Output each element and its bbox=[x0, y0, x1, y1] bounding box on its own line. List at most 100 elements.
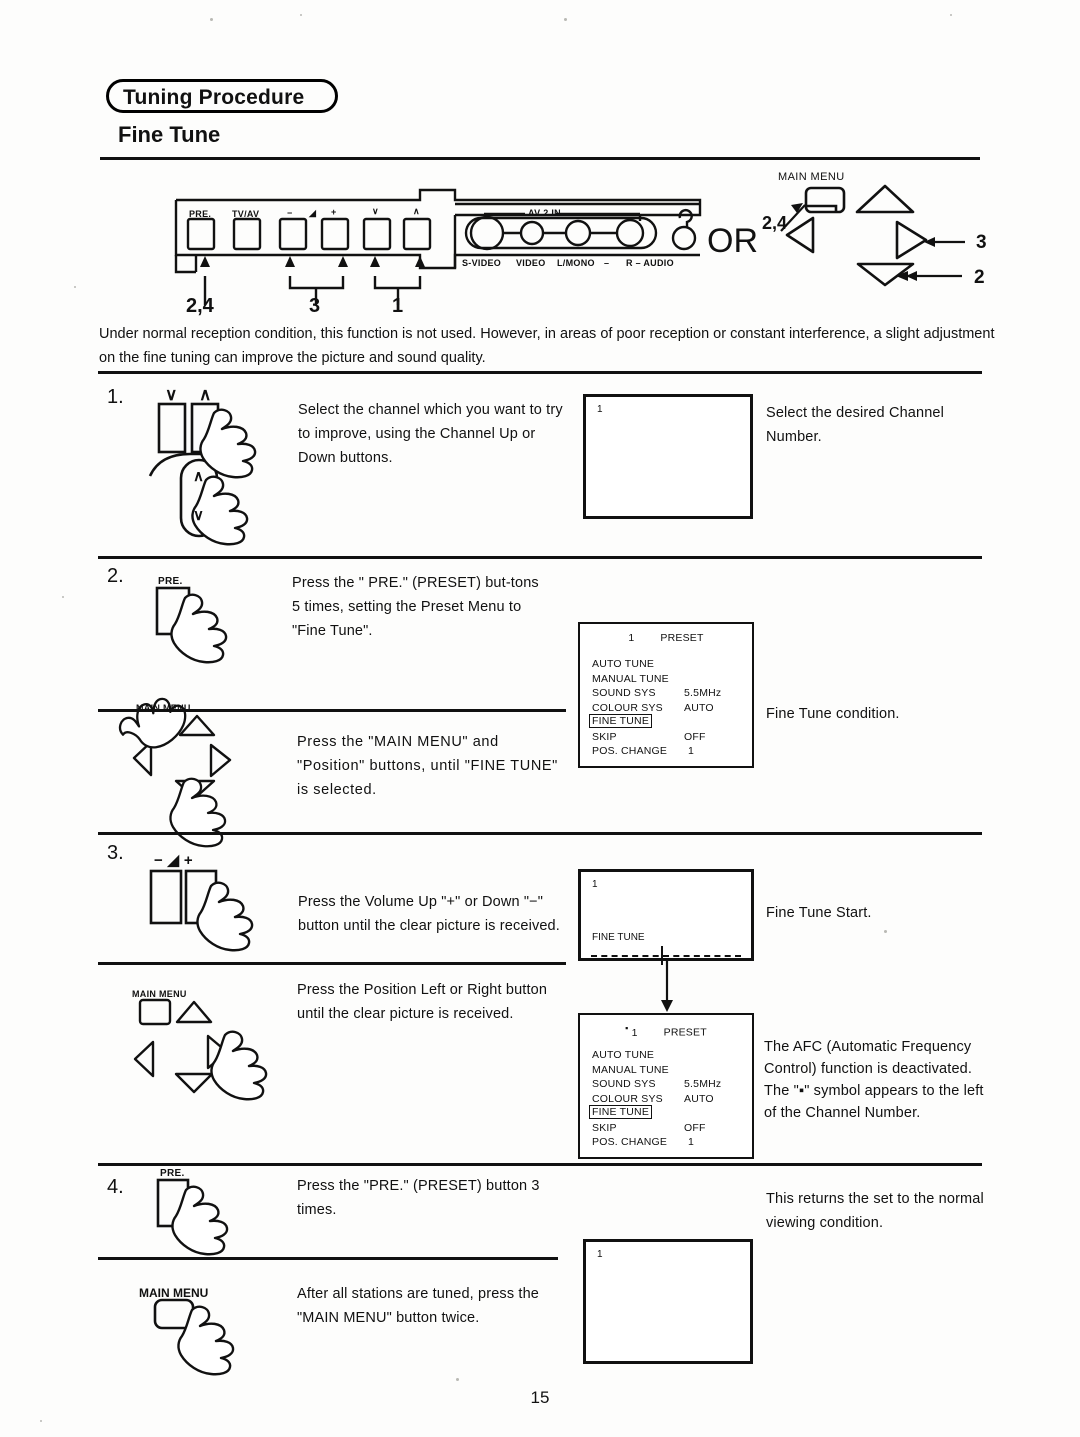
osd2-item-list: AUTO TUNE MANUAL TUNE SOUND SYS 5.5MHz CO… bbox=[589, 1048, 744, 1150]
finetune-bar-marker bbox=[661, 946, 663, 965]
callout-pre-24: 2,4 bbox=[186, 295, 214, 317]
osd2-channel-number: 1 bbox=[631, 1026, 638, 1039]
osd-heading-row: 1 PRESET bbox=[580, 632, 752, 644]
osd-item-label: SOUND SYS bbox=[592, 1078, 656, 1090]
step1-ch-up-icon: ∧ bbox=[199, 385, 212, 404]
osd2-item-colour-sys: COLOUR SYS AUTO bbox=[592, 1092, 744, 1107]
or-label: OR bbox=[707, 222, 758, 260]
volume-icon: ◢ bbox=[309, 208, 317, 218]
osd2-item-pos-change: POS. CHANGE 1 bbox=[592, 1135, 744, 1150]
scan-speck bbox=[564, 18, 567, 21]
step1-instruction: Select the channel which you want to try… bbox=[298, 402, 563, 466]
osd2-item-sound-sys: SOUND SYS 5.5MHz bbox=[592, 1077, 744, 1092]
rule-above-step1 bbox=[98, 371, 982, 374]
step4-screen: 1 bbox=[583, 1239, 753, 1364]
step3-result: Fine Tune Start. bbox=[766, 905, 872, 921]
step-number-4: 4. bbox=[107, 1176, 124, 1198]
step1-screen: 1 bbox=[583, 394, 753, 519]
osd-item-manual-tune: MANUAL TUNE bbox=[592, 672, 744, 687]
osd-item-value: 5.5MHz bbox=[684, 1078, 722, 1090]
osd-item-value: OFF bbox=[684, 1121, 706, 1134]
step-number-1: 1. bbox=[107, 386, 124, 408]
step-number-2: 2. bbox=[107, 565, 124, 587]
step2-sub-button-label: MAIN MENU bbox=[136, 703, 191, 713]
step2-result: Fine Tune condition. bbox=[766, 706, 900, 722]
step2-button-label: PRE. bbox=[158, 576, 183, 587]
jack-label-dash: – bbox=[604, 258, 610, 268]
osd-item-label-selected: FINE TUNE bbox=[589, 714, 653, 728]
section-title: Tuning Procedure bbox=[123, 86, 305, 109]
osd-item-value: OFF bbox=[684, 730, 706, 743]
osd-item-label: POS. CHANGE bbox=[592, 1136, 668, 1148]
callout-volume-3: 3 bbox=[309, 295, 321, 317]
step3-finetune-screen: 1 FINE TUNE bbox=[578, 869, 754, 965]
page-title: Fine Tune bbox=[118, 122, 221, 147]
jack-label-svideo: S-VIDEO bbox=[462, 258, 502, 268]
osd2-heading-row: ▪ 1 PRESET bbox=[580, 1023, 752, 1039]
mainmenu-label: MAIN MENU bbox=[778, 171, 845, 183]
osd-item-sound-sys: SOUND SYS 5.5MHz bbox=[592, 686, 744, 701]
scan-speck bbox=[950, 14, 952, 16]
step3-sub-instruction: Press the Position Left or Right button … bbox=[297, 982, 548, 1022]
step2-osd-screen: 1 PRESET AUTO TUNE MANUAL TUNE SOUND SYS 5… bbox=[578, 622, 754, 768]
scan-speck bbox=[300, 14, 302, 16]
finetune-bar bbox=[591, 955, 741, 957]
scan-speck bbox=[62, 596, 64, 598]
scan-speck bbox=[456, 1378, 459, 1381]
jack-label-raudio: R – AUDIO bbox=[626, 258, 674, 268]
av2in-title: AV 2 IN bbox=[528, 208, 561, 218]
osd-item-skip: SKIP OFF bbox=[592, 730, 744, 745]
panel-button-label-vol-down: − bbox=[287, 208, 293, 218]
osd-item-label: MANUAL TUNE bbox=[592, 672, 669, 685]
osd-item-label: AUTO TUNE bbox=[592, 1049, 655, 1061]
step1-result: Select the desired Channel Number. bbox=[766, 405, 945, 445]
section-title-pill: Tuning Procedure bbox=[106, 79, 338, 113]
osd-item-value: 1 bbox=[688, 1136, 695, 1148]
osd-item-label-selected: FINE TUNE bbox=[589, 1105, 653, 1119]
osd-item-label: COLOUR SYS bbox=[592, 701, 663, 714]
osd-item-label: MANUAL TUNE bbox=[592, 1063, 669, 1076]
scan-speck bbox=[884, 930, 887, 933]
step4-result: This returns the set to the normal viewi… bbox=[766, 1191, 984, 1231]
osd-item-value: AUTO bbox=[684, 1092, 714, 1105]
osd-item-pos-change: POS. CHANGE 1 bbox=[592, 744, 744, 759]
osd-item-value: AUTO bbox=[684, 701, 714, 714]
callout-channel-1: 1 bbox=[392, 295, 404, 317]
jack-label-video: VIDEO bbox=[516, 258, 546, 268]
svg-text:3: 3 bbox=[976, 232, 987, 253]
step4-screen-channel: 1 bbox=[597, 1249, 603, 1260]
rule-above-step2 bbox=[98, 556, 982, 559]
scan-speck bbox=[210, 18, 213, 21]
step1-pad-up-icon: ∧ bbox=[193, 468, 204, 485]
step2-sub-instruction: Press the "MAIN MENU" and "Position" but… bbox=[297, 734, 558, 798]
osd2-marker: ▪ bbox=[625, 1023, 629, 1033]
osd-item-value: 5.5MHz bbox=[684, 687, 722, 699]
osd-item-label: AUTO TUNE bbox=[592, 658, 655, 670]
osd-item-label: COLOUR SYS bbox=[592, 1092, 663, 1105]
rule-above-step4 bbox=[98, 1163, 982, 1166]
rule-above-step3 bbox=[98, 832, 982, 835]
osd2-item-skip: SKIP OFF bbox=[592, 1121, 744, 1136]
osd-item-list: AUTO TUNE MANUAL TUNE SOUND SYS 5.5MHz CO… bbox=[589, 657, 744, 759]
osd2-item-fine-tune: FINE TUNE bbox=[589, 1105, 744, 1121]
osd-item-label: SKIP bbox=[592, 730, 617, 743]
step3-osd-screen: ▪ 1 PRESET AUTO TUNE MANUAL TUNE SOUND SYS… bbox=[578, 1013, 754, 1159]
step4-sub-button-label: MAIN MENU bbox=[139, 1286, 209, 1300]
step1-ch-down-icon: ∨ bbox=[165, 385, 178, 404]
manual-page: Tuning Procedure Fine Tune 3 2 PRE. TV/A… bbox=[0, 0, 1080, 1437]
step3-screen-channel: 1 bbox=[592, 879, 598, 890]
rule-step3-sub bbox=[98, 962, 566, 965]
step4-instruction: Press the "PRE." (PRESET) button 3 times… bbox=[297, 1178, 540, 1218]
osd-heading: PRESET bbox=[660, 632, 704, 644]
header-rule bbox=[100, 157, 980, 160]
step3-volume-caption: − ◢ + bbox=[154, 852, 193, 869]
osd-channel-number: 1 bbox=[628, 632, 635, 644]
page-number: 15 bbox=[530, 1388, 550, 1407]
osd2-heading: PRESET bbox=[663, 1026, 707, 1039]
panel-button-label-pre: PRE. bbox=[189, 209, 212, 219]
osd2-item-auto-tune: AUTO TUNE bbox=[592, 1048, 744, 1063]
osd-item-fine-tune: FINE TUNE bbox=[589, 714, 744, 730]
step4-sub-instruction: After all stations are tuned, press the … bbox=[297, 1286, 540, 1326]
step1-pad-down-icon: ∨ bbox=[193, 507, 204, 524]
panel-button-label-tvav: TV/AV bbox=[232, 209, 260, 219]
